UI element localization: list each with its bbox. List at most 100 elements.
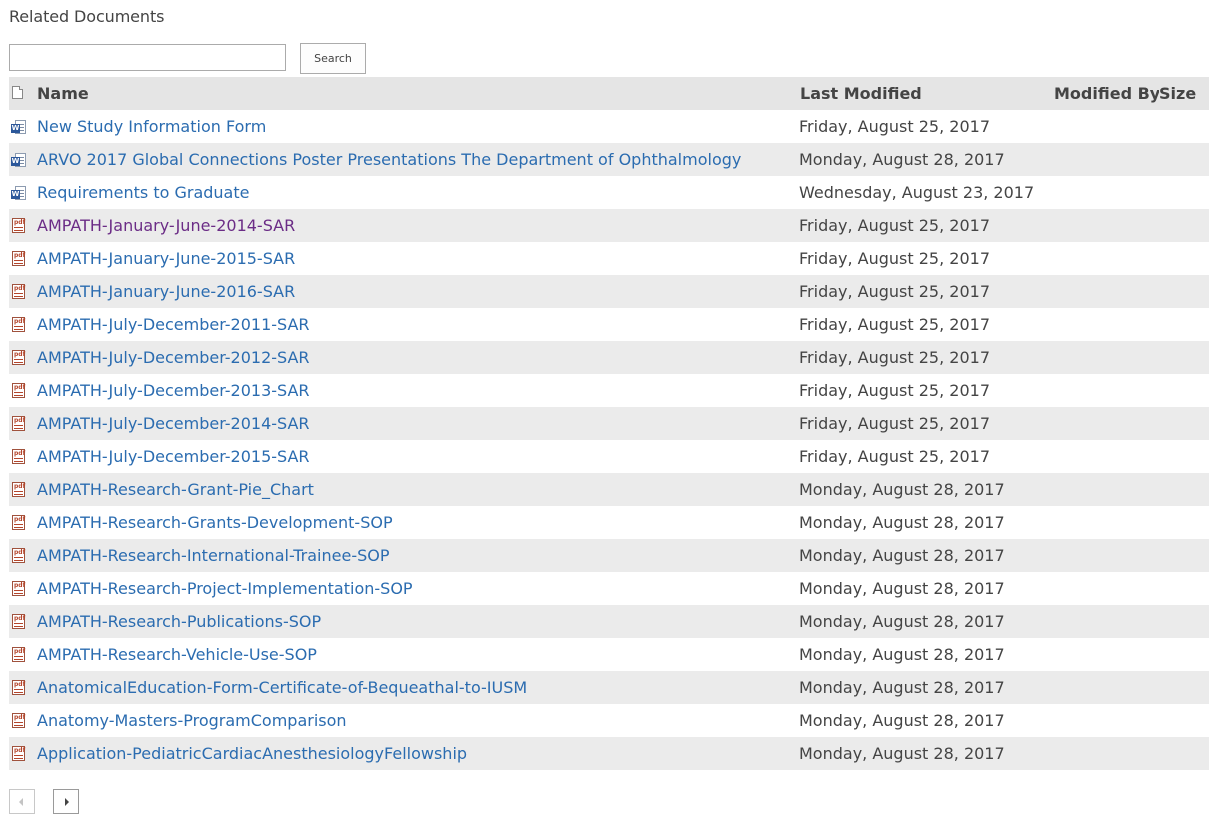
pdf-document-icon: pdf [12, 647, 27, 663]
table-row[interactable]: pdf AMPATH-Research-Project-Implementati… [9, 572, 1209, 605]
table-row[interactable]: pdf AnatomicalEducation-Form-Certificate… [9, 671, 1209, 704]
table-row[interactable]: pdf AMPATH-Research-Vehicle-Use-SOP Mond… [9, 638, 1209, 671]
table-row[interactable]: pdf Anatomy-Masters-ProgramComparison Mo… [9, 704, 1209, 737]
document-link[interactable]: AMPATH-January-June-2016-SAR [37, 282, 295, 301]
file-type-cell: pdf [9, 638, 37, 671]
name-cell: Application-PediatricCardiacAnesthesiolo… [37, 737, 799, 770]
table-row[interactable]: pdf AMPATH-January-June-2016-SAR Friday,… [9, 275, 1209, 308]
document-link[interactable]: Anatomy-Masters-ProgramComparison [37, 711, 347, 730]
name-cell: AMPATH-Research-Vehicle-Use-SOP [37, 638, 799, 671]
column-header-name[interactable]: Name [37, 77, 799, 110]
table-row[interactable]: pdf AMPATH-July-December-2012-SAR Friday… [9, 341, 1209, 374]
table-row[interactable]: pdf AMPATH-Research-Publications-SOP Mon… [9, 605, 1209, 638]
last-modified-cell: Monday, August 28, 2017 [799, 711, 1005, 730]
table-body: W New Study Information Form Friday, Aug… [9, 110, 1209, 770]
size-cell [1159, 539, 1209, 572]
document-link[interactable]: AMPATH-January-June-2015-SAR [37, 249, 295, 268]
pdf-document-icon: pdf [12, 614, 27, 630]
previous-page-button[interactable] [9, 789, 35, 814]
table-row[interactable]: W New Study Information Form Friday, Aug… [9, 110, 1209, 143]
table-row[interactable]: pdf AMPATH-July-December-2011-SAR Friday… [9, 308, 1209, 341]
size-cell [1159, 242, 1209, 275]
table-row[interactable]: pdf AMPATH-January-June-2014-SAR Friday,… [9, 209, 1209, 242]
file-type-cell: pdf [9, 704, 37, 737]
table-header-row: Name Last Modified Modified By Size [9, 77, 1209, 110]
page-title: Related Documents [9, 7, 165, 26]
table-row[interactable]: pdf AMPATH-Research-Grant-Pie_Chart Mond… [9, 473, 1209, 506]
name-cell: AMPATH-July-December-2015-SAR [37, 440, 799, 473]
last-modified-cell: Monday, August 28, 2017 [799, 546, 1005, 565]
table-row[interactable]: pdf AMPATH-Research-Grants-Development-S… [9, 506, 1209, 539]
table-row[interactable]: pdf AMPATH-July-December-2015-SAR Friday… [9, 440, 1209, 473]
table-row[interactable]: W Requirements to Graduate Wednesday, Au… [9, 176, 1209, 209]
name-cell: New Study Information Form [37, 110, 799, 143]
document-link[interactable]: Requirements to Graduate [37, 183, 249, 202]
size-cell [1159, 671, 1209, 704]
search-button[interactable]: Search [300, 43, 366, 74]
document-link[interactable]: AMPATH-July-December-2013-SAR [37, 381, 310, 400]
modified-by-cell [1054, 242, 1159, 275]
table-row[interactable]: pdf AMPATH-January-June-2015-SAR Friday,… [9, 242, 1209, 275]
pdf-document-icon: pdf [12, 680, 27, 696]
document-link[interactable]: New Study Information Form [37, 117, 266, 136]
document-icon [12, 86, 23, 99]
size-cell [1159, 638, 1209, 671]
table-row[interactable]: pdf AMPATH-Research-International-Traine… [9, 539, 1209, 572]
pdf-document-icon: pdf [12, 581, 27, 597]
pdf-document-icon: pdf [12, 548, 27, 564]
word-document-icon: W [11, 185, 27, 201]
size-cell [1159, 473, 1209, 506]
name-cell: AMPATH-Research-Grant-Pie_Chart [37, 473, 799, 506]
table-row[interactable]: pdf AMPATH-July-December-2013-SAR Friday… [9, 374, 1209, 407]
word-document-icon: W [11, 119, 27, 135]
column-header-last-modified[interactable]: Last Modified [799, 77, 1054, 110]
modified-by-cell [1054, 671, 1159, 704]
name-cell: AMPATH-Research-Project-Implementation-S… [37, 572, 799, 605]
file-type-header[interactable] [9, 77, 37, 110]
document-link[interactable]: AMPATH-July-December-2015-SAR [37, 447, 310, 466]
file-type-cell: pdf [9, 737, 37, 770]
search-input[interactable] [9, 44, 286, 71]
document-link[interactable]: AMPATH-July-December-2014-SAR [37, 414, 310, 433]
document-link[interactable]: AnatomicalEducation-Form-Certificate-of-… [37, 678, 527, 697]
document-link[interactable]: AMPATH-Research-Vehicle-Use-SOP [37, 645, 317, 664]
pdf-document-icon: pdf [12, 284, 27, 300]
document-link[interactable]: AMPATH-Research-Grant-Pie_Chart [37, 480, 314, 499]
modified-by-cell [1054, 737, 1159, 770]
table-row[interactable]: W ARVO 2017 Global Connections Poster Pr… [9, 143, 1209, 176]
column-header-size[interactable]: Size [1159, 77, 1209, 110]
pdf-document-icon: pdf [12, 251, 27, 267]
column-header-modified-by[interactable]: Modified By [1054, 77, 1159, 110]
size-cell [1159, 275, 1209, 308]
document-link[interactable]: AMPATH-Research-Project-Implementation-S… [37, 579, 413, 598]
document-link[interactable]: AMPATH-Research-International-Trainee-SO… [37, 546, 390, 565]
document-link[interactable]: AMPATH-January-June-2014-SAR [37, 216, 295, 235]
table-row[interactable]: pdf AMPATH-July-December-2014-SAR Friday… [9, 407, 1209, 440]
document-link[interactable]: AMPATH-Research-Publications-SOP [37, 612, 321, 631]
size-cell [1159, 605, 1209, 638]
word-document-icon: W [11, 152, 27, 168]
document-link[interactable]: AMPATH-July-December-2011-SAR [37, 315, 310, 334]
document-link[interactable]: ARVO 2017 Global Connections Poster Pres… [37, 150, 741, 169]
last-modified-cell: Monday, August 28, 2017 [799, 678, 1005, 697]
size-cell [1159, 176, 1209, 209]
size-cell [1159, 704, 1209, 737]
file-type-cell: pdf [9, 440, 37, 473]
modified-by-cell [1054, 572, 1159, 605]
document-link[interactable]: AMPATH-July-December-2012-SAR [37, 348, 310, 367]
document-link[interactable]: Application-PediatricCardiacAnesthesiolo… [37, 744, 467, 763]
name-cell: AMPATH-July-December-2011-SAR [37, 308, 799, 341]
file-type-cell: pdf [9, 473, 37, 506]
table-row[interactable]: pdf Application-PediatricCardiacAnesthes… [9, 737, 1209, 770]
name-cell: AnatomicalEducation-Form-Certificate-of-… [37, 671, 799, 704]
document-link[interactable]: AMPATH-Research-Grants-Development-SOP [37, 513, 393, 532]
pdf-document-icon: pdf [12, 218, 27, 234]
name-cell: AMPATH-January-June-2016-SAR [37, 275, 799, 308]
last-modified-cell: Monday, August 28, 2017 [799, 612, 1005, 631]
next-page-button[interactable] [53, 789, 79, 814]
name-cell: AMPATH-July-December-2012-SAR [37, 341, 799, 374]
modified-by-cell [1054, 473, 1159, 506]
modified-by-cell [1054, 539, 1159, 572]
last-modified-cell: Friday, August 25, 2017 [799, 447, 990, 466]
name-cell: Requirements to Graduate [37, 176, 799, 209]
